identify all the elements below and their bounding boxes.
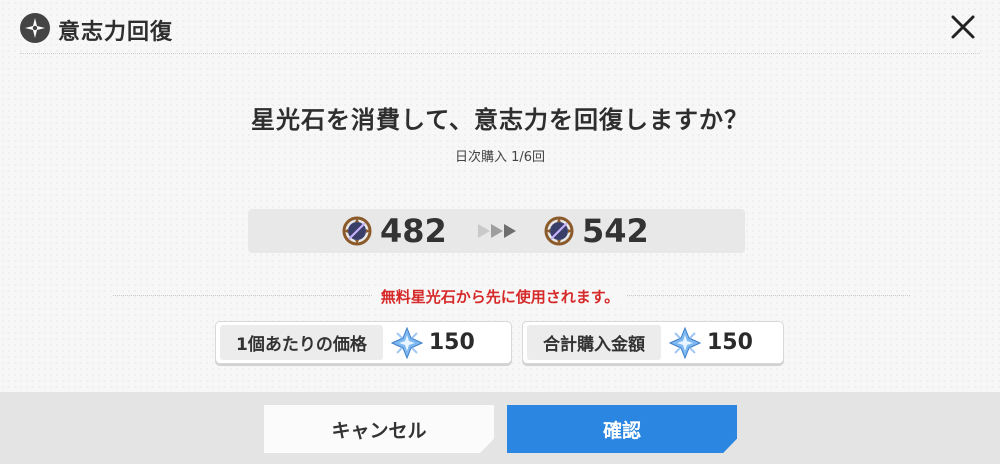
close-button[interactable] [948,12,978,42]
double-arrow-right-icon [478,224,516,238]
notice-text: 無料星光石から先に使用されます。 [372,288,628,306]
daily-purchase-count: 日次購入 1/6回 [454,150,546,165]
dialog-title: 意志力回復 [58,20,174,45]
star-crystal-icon [390,326,423,359]
free-stone-notice: 無料星光石から先に使用されます。 [0,286,1000,307]
unit-price-box: 1個あたりの価格 150 [215,321,512,364]
willpower-recovery-dialog: 意志力回復 星光石を消費して、意志力を回復しますか？ 日次購入 1/6回 482 [0,0,1000,464]
willpower-change-bar: 482 542 [248,209,745,253]
dialog-header: 意志力回復 [0,0,1000,54]
header-divider [20,53,980,54]
dialog-footer: キャンセル 確認 [0,392,1000,464]
confirm-button[interactable]: 確認 [507,405,737,453]
total-price-value: 150 [707,330,753,355]
close-icon [951,15,975,39]
total-price-label: 合計購入金額 [527,325,661,360]
willpower-orb-icon [544,216,574,246]
willpower-orb-icon [342,216,372,246]
total-price-box: 合計購入金額 150 [522,321,784,364]
willpower-after-value: 542 [582,212,649,250]
willpower-current-value: 482 [380,212,447,250]
star-crystal-icon [669,326,701,359]
compass-star-icon [20,13,50,43]
unit-price-label: 1個あたりの価格 [220,325,383,360]
unit-price-value: 150 [428,330,475,355]
willpower-current: 482 [340,209,447,253]
cancel-button[interactable]: キャンセル [264,405,494,453]
willpower-after: 542 [542,209,649,253]
confirm-question: 星光石を消費して、意志力を回復しますか？ [250,106,750,134]
